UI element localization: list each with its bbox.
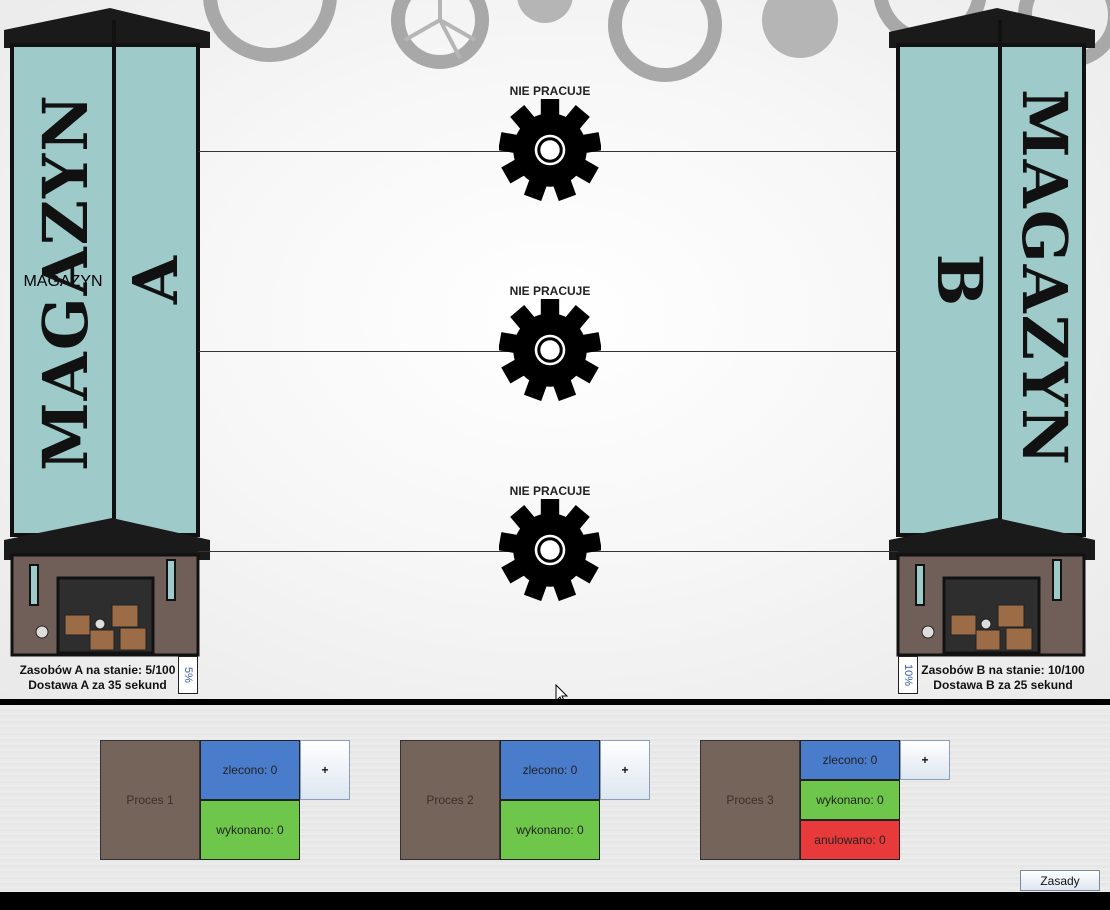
warehouse-b-stock: Zasobów B na stanie: 10/100: [921, 663, 1085, 677]
warehouse-a-percent: 5%: [182, 667, 194, 683]
process-2-ordered: zlecono: 0: [500, 740, 600, 800]
process-3-done: wykonano: 0: [800, 780, 900, 820]
process-1-ordered: zlecono: 0: [200, 740, 300, 800]
process-3-cancelled: anulowano: 0: [800, 820, 900, 860]
warehouse-b-letter: B: [923, 253, 997, 307]
lane-1-gear-icon: [499, 99, 601, 201]
lane-1-status: NIE PRACUJE: [509, 84, 591, 98]
warehouse-a-progress: 5%: [178, 656, 198, 694]
warehouse-b-percent: 10%: [902, 663, 914, 687]
process-1-add-button[interactable]: +: [300, 740, 350, 800]
lane-3-gear-icon: [499, 499, 601, 601]
lane-2-status: NIE PRACUJE: [509, 284, 591, 298]
warehouse-b-delivery: Dostawa B za 25 sekund: [933, 678, 1073, 692]
warehouse-b-status: Zasobów B na stanie: 10/100 Dostawa B za…: [918, 663, 1088, 693]
process-1-box: Proces 1: [100, 740, 200, 860]
warehouse-b-word-label: MAGAZYN: [1008, 89, 1082, 467]
production-area: MAGAZYN MAGAZYN A Zasobów A na stanie: 5…: [0, 0, 1110, 700]
process-2-done: wykonano: 0: [500, 800, 600, 860]
process-2-box: Proces 2: [400, 740, 500, 860]
process-1-done: wykonano: 0: [200, 800, 300, 860]
process-3-box: Proces 3: [700, 740, 800, 860]
process-panel: Proces 1 zlecono: 0 wykonano: 0 + Proces…: [0, 705, 1110, 892]
warehouse-a-stock: Zasobów A na stanie: 5/100: [19, 663, 176, 677]
lane-3-status: NIE PRACUJE: [509, 484, 591, 498]
lane-2-gear-icon: [499, 299, 601, 401]
warehouse-a-delivery: Dostawa A za 35 sekund: [28, 678, 167, 692]
process-2-add-button[interactable]: +: [600, 740, 650, 800]
bottom-border: [0, 892, 1110, 910]
warehouse-a-letter: A: [118, 255, 192, 305]
process-3-ordered: zlecono: 0: [800, 740, 900, 780]
warehouse-a-status: Zasobów A na stanie: 5/100 Dostawa A za …: [15, 663, 180, 693]
warehouse-a-word-label: MAGAZYN: [28, 93, 102, 471]
warehouse-b-progress: 10%: [898, 656, 918, 694]
rules-button[interactable]: Zasady: [1020, 870, 1100, 891]
process-3-add-button[interactable]: +: [900, 740, 950, 780]
mouse-cursor-icon: [555, 684, 569, 700]
